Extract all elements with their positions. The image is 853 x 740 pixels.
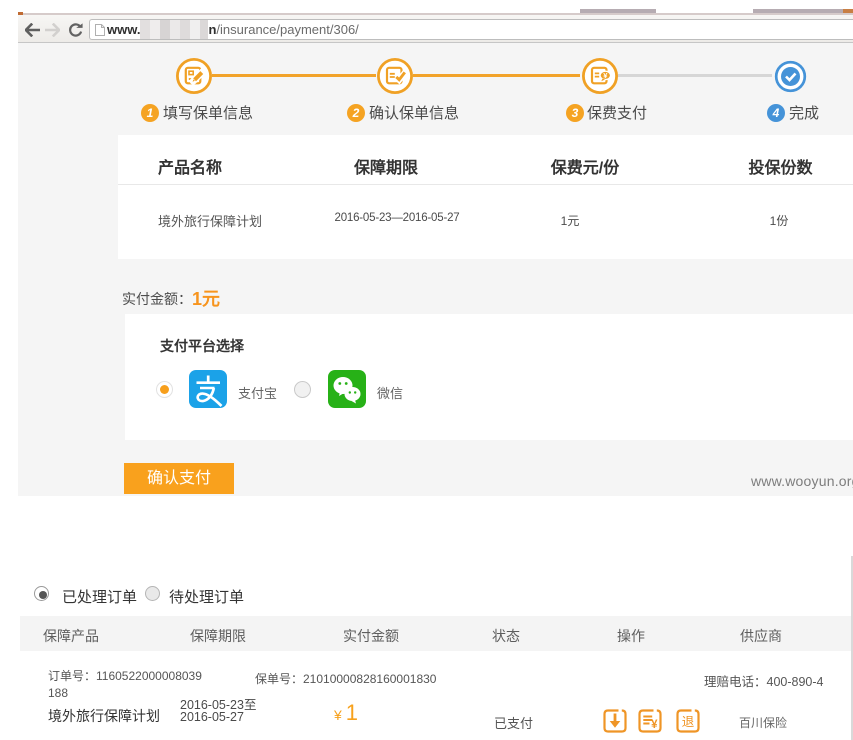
svg-text:¥: ¥ — [651, 719, 658, 731]
svg-text:退: 退 — [682, 715, 695, 729]
